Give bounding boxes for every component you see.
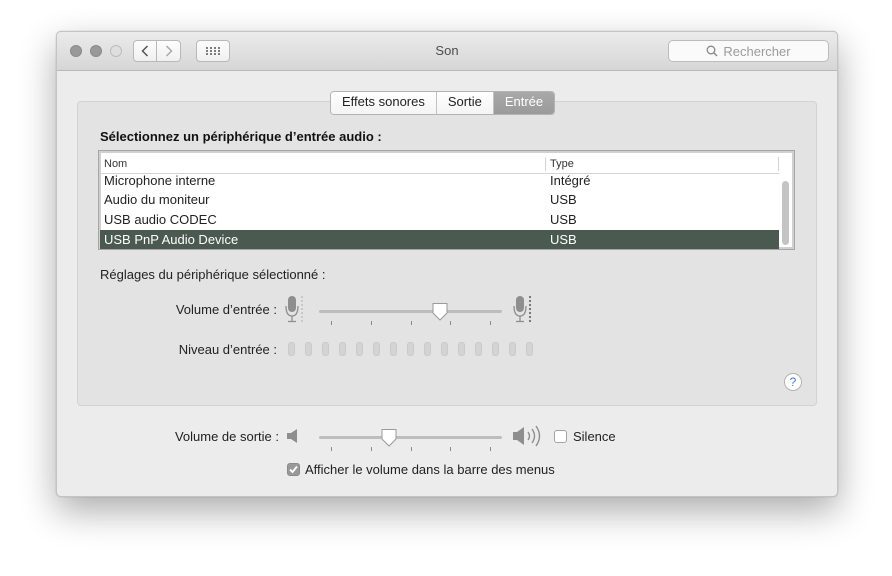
- level-cell: [288, 342, 295, 356]
- tab-sortie[interactable]: Sortie: [436, 92, 494, 114]
- microphone-low-icon: [285, 296, 303, 323]
- device-name: Microphone interne: [104, 173, 216, 188]
- title-bar: Son Rechercher: [57, 32, 837, 71]
- level-cell: [305, 342, 312, 356]
- output-volume-knob[interactable]: [380, 428, 398, 448]
- level-cell: [407, 342, 414, 356]
- column-header-type[interactable]: Type: [550, 158, 574, 170]
- device-name: USB audio CODEC: [104, 212, 217, 227]
- column-header-name[interactable]: Nom: [104, 158, 127, 170]
- slider-tick: [490, 321, 491, 325]
- search-field[interactable]: Rechercher: [668, 40, 829, 62]
- level-cell: [509, 342, 516, 356]
- input-volume-slider[interactable]: [319, 310, 502, 313]
- output-volume-label: Volume de sortie :: [174, 429, 279, 444]
- column-separator: [778, 157, 779, 171]
- input-device-table: Nom Type Microphone interne Intégré Audi…: [98, 150, 795, 250]
- settings-label: Réglages du périphérique sélectionné :: [100, 267, 326, 282]
- help-button[interactable]: ?: [784, 373, 802, 391]
- device-type: Intégré: [550, 173, 591, 188]
- level-cell: [390, 342, 397, 356]
- level-cell: [424, 342, 431, 356]
- output-volume-slider[interactable]: [319, 436, 502, 439]
- level-cell: [356, 342, 363, 356]
- tab-bar: Effets sonores Sortie Entrée: [330, 91, 556, 115]
- device-type: USB: [550, 212, 577, 227]
- level-cell: [339, 342, 346, 356]
- level-cell: [492, 342, 499, 356]
- device-name: USB PnP Audio Device: [104, 232, 239, 247]
- output-volume-ticks: [319, 447, 502, 453]
- mute-checkbox[interactable]: [554, 430, 567, 443]
- slider-tick: [490, 447, 491, 451]
- input-device-heading: Sélectionnez un périphérique d’entrée au…: [100, 129, 382, 144]
- level-cell: [322, 342, 329, 356]
- table-row-selected[interactable]: USB PnP Audio Device USB: [100, 230, 779, 249]
- slider-tick: [370, 447, 372, 451]
- tab-entree[interactable]: Entrée: [493, 92, 555, 114]
- slider-tick: [450, 321, 452, 325]
- slider-tick: [331, 447, 332, 451]
- table-row[interactable]: Microphone interne Intégré: [100, 171, 779, 191]
- tab-effets-sonores[interactable]: Effets sonores: [331, 92, 437, 114]
- search-placeholder: Rechercher: [723, 43, 791, 59]
- slider-tick: [331, 321, 332, 325]
- device-name: Audio du moniteur: [104, 192, 210, 207]
- level-cell: [441, 342, 448, 356]
- speaker-high-icon: [513, 425, 541, 447]
- input-volume-knob[interactable]: [431, 302, 449, 322]
- device-type: USB: [550, 192, 577, 207]
- show-volume-menubar-checkbox[interactable]: [287, 463, 300, 476]
- show-volume-menubar-label: Afficher le volume dans la barre des men…: [305, 462, 555, 477]
- search-icon: [706, 45, 718, 57]
- input-volume-ticks: [319, 321, 502, 327]
- mute-label: Silence: [573, 429, 616, 444]
- slider-tick: [450, 447, 452, 451]
- level-cell: [458, 342, 465, 356]
- slider-tick: [410, 321, 412, 325]
- slider-tick: [410, 447, 412, 451]
- device-type: USB: [550, 232, 577, 247]
- input-volume-label: Volume d’entrée :: [175, 302, 277, 317]
- checkmark-icon: [289, 465, 298, 474]
- table-scrollbar[interactable]: [782, 181, 789, 245]
- level-cell: [373, 342, 380, 356]
- sound-preferences-window: Son Rechercher Effets sonores Sortie Ent…: [56, 31, 838, 497]
- content-panel: [77, 101, 817, 406]
- table-row[interactable]: Audio du moniteur USB: [100, 190, 779, 210]
- microphone-high-icon: [513, 295, 532, 323]
- speaker-low-icon: [287, 429, 297, 443]
- slider-tick: [370, 321, 372, 325]
- column-separator: [545, 157, 546, 171]
- level-cell: [475, 342, 482, 356]
- table-row[interactable]: USB audio CODEC USB: [100, 210, 779, 230]
- input-level-meter: [288, 342, 538, 356]
- level-cell: [526, 342, 533, 356]
- input-level-label: Niveau d’entrée :: [178, 342, 277, 357]
